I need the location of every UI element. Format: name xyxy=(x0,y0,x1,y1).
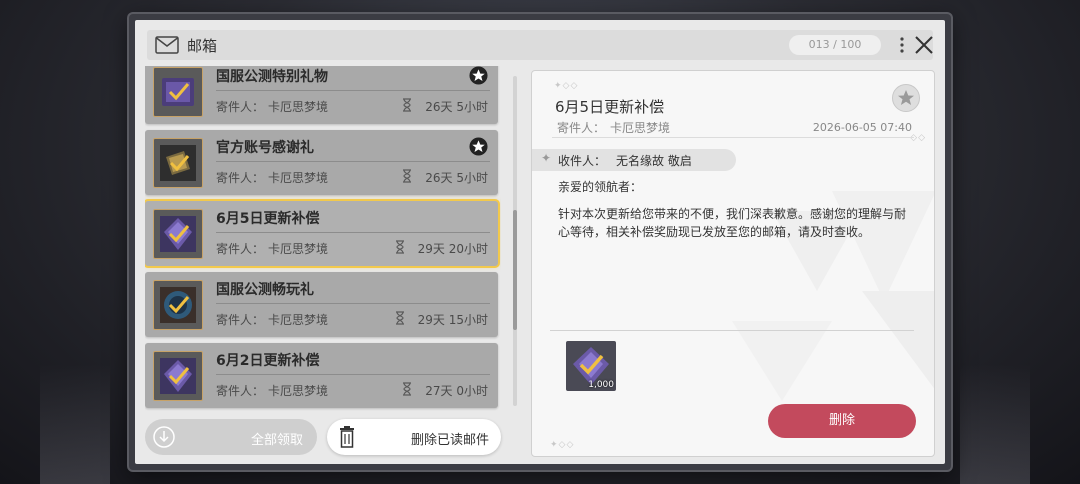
hourglass-icon xyxy=(396,240,404,254)
background-stripe xyxy=(960,364,1030,484)
divider xyxy=(216,232,490,233)
time-remaining: 26天 5小时 xyxy=(425,171,488,185)
plus-icon: ✦ xyxy=(541,151,552,165)
mail-date: 2026-06-05 07:40 xyxy=(812,121,912,134)
time-remaining: 26天 5小时 xyxy=(425,100,488,114)
mail-thumbnail xyxy=(153,209,203,259)
divider xyxy=(552,137,914,138)
mail-detail-title: 6月5日更新补偿 xyxy=(555,98,665,116)
delete-button[interactable]: 删除 xyxy=(768,404,916,438)
hourglass-icon xyxy=(403,98,411,112)
mail-body-text: 针对本次更新给您带来的不便，我们深表歉意。感谢您的理解与耐心等待，相关补偿奖励现… xyxy=(558,207,907,239)
time-remaining: 29天 15小时 xyxy=(417,313,488,327)
mail-list-item[interactable]: 6月2日更新补偿 寄件人： 卡厄思梦境 27天 0小时 xyxy=(145,343,498,408)
favorite-star-button[interactable] xyxy=(892,84,920,112)
claim-all-label: 全部领取 xyxy=(250,433,303,448)
mail-title: 国服公测特别礼物 xyxy=(216,69,328,85)
hourglass-icon xyxy=(396,311,404,325)
decoration-dots: ✦◇◇ xyxy=(550,440,575,450)
mail-thumbnail xyxy=(153,67,203,117)
mail-list-item-selected[interactable]: 6月5日更新补偿 寄件人： 卡厄思梦境 29天 20小时 xyxy=(145,201,498,266)
recipient-name: 无名缘故 敬启 xyxy=(616,154,692,168)
recipient-label: 收件人： xyxy=(558,154,607,168)
sender-label: 寄件人： xyxy=(216,384,265,398)
sender-name: 卡厄思梦境 xyxy=(268,384,329,398)
time-remaining: 29天 20小时 xyxy=(417,242,488,256)
sender-name: 卡厄思梦境 xyxy=(268,171,329,185)
sender-label: 寄件人： xyxy=(216,242,265,256)
sender-label: 寄件人： xyxy=(216,100,265,114)
hourglass-icon xyxy=(403,382,411,396)
divider xyxy=(216,90,490,91)
mail-icon xyxy=(155,36,179,54)
detail-sender-name: 卡厄思梦境 xyxy=(610,121,671,135)
badge-reward-icon xyxy=(160,287,196,323)
divider xyxy=(550,330,914,331)
crystal-reward-icon xyxy=(160,216,196,252)
claim-all-button[interactable]: 全部领取 xyxy=(145,419,317,455)
mail-thumbnail xyxy=(153,351,203,401)
crystal-reward-icon xyxy=(160,358,196,394)
time-remaining: 27天 0小时 xyxy=(425,384,488,398)
mailbox-panel: 邮箱 013 / 100 国服公测特别礼物 寄件人： 卡厄思梦境 26天 5小时… xyxy=(135,20,945,464)
mail-title: 6月5日更新补偿 xyxy=(216,211,320,227)
sender-name: 卡厄思梦境 xyxy=(268,242,329,256)
mail-thumbnail xyxy=(153,280,203,330)
sender-label: 寄件人： xyxy=(216,313,265,327)
detail-sender-label: 寄件人： xyxy=(557,121,606,135)
mail-title: 官方账号感谢礼 xyxy=(216,140,314,156)
mail-title: 6月2日更新补偿 xyxy=(216,353,320,369)
more-options-icon[interactable] xyxy=(899,35,905,55)
background-stripe xyxy=(40,364,110,484)
star-icon xyxy=(469,66,488,85)
divider xyxy=(216,303,490,304)
download-icon xyxy=(153,426,175,448)
delete-read-button[interactable]: 删除已读邮件 xyxy=(327,419,501,455)
mail-title: 国服公测畅玩礼 xyxy=(216,282,314,298)
divider xyxy=(216,161,490,162)
trash-icon xyxy=(340,426,354,448)
divider xyxy=(216,374,490,375)
sender-name: 卡厄思梦境 xyxy=(268,100,329,114)
reward-quantity: 1,000 xyxy=(588,380,614,390)
hourglass-icon xyxy=(403,169,411,183)
mail-list: 国服公测特别礼物 寄件人： 卡厄思梦境 26天 5小时 官方账号感谢礼 寄件人：… xyxy=(145,66,501,414)
mail-list-item[interactable]: 国服公测畅玩礼 寄件人： 卡厄思梦境 29天 15小时 xyxy=(145,272,498,337)
gift-ticket-icon xyxy=(160,145,196,181)
mail-greeting: 亲爱的领航者： xyxy=(558,180,643,194)
scrollbar-thumb[interactable] xyxy=(513,210,517,330)
gift-ticket-icon xyxy=(162,78,194,106)
mail-thumbnail xyxy=(153,138,203,188)
mail-count-badge: 013 / 100 xyxy=(789,35,881,55)
sender-name: 卡厄思梦境 xyxy=(268,313,329,327)
recipient-pill: ✦ 收件人： 无名缘故 敬启 xyxy=(532,149,736,171)
page-title: 邮箱 xyxy=(187,37,218,55)
mail-list-scrollbar[interactable] xyxy=(513,76,517,406)
mail-list-item[interactable]: 国服公测特别礼物 寄件人： 卡厄思梦境 26天 5小时 xyxy=(145,66,498,124)
sender-label: 寄件人： xyxy=(216,171,265,185)
decoration-dots: ◇◇ xyxy=(910,133,926,143)
decoration-dots: ✦◇◇ xyxy=(554,81,579,91)
mailbox-header: 邮箱 013 / 100 xyxy=(147,30,933,60)
delete-read-label: 删除已读邮件 xyxy=(410,433,489,448)
close-icon[interactable] xyxy=(913,34,935,56)
star-icon xyxy=(469,137,488,156)
mail-list-item[interactable]: 官方账号感谢礼 寄件人： 卡厄思梦境 26天 5小时 xyxy=(145,130,498,195)
reward-item[interactable]: 1,000 xyxy=(566,341,616,391)
mail-detail-panel: ✦◇◇ ◇◇ ✦◇◇ 6月5日更新补偿 寄件人： 卡厄思梦境 2026-06-0… xyxy=(531,70,935,457)
